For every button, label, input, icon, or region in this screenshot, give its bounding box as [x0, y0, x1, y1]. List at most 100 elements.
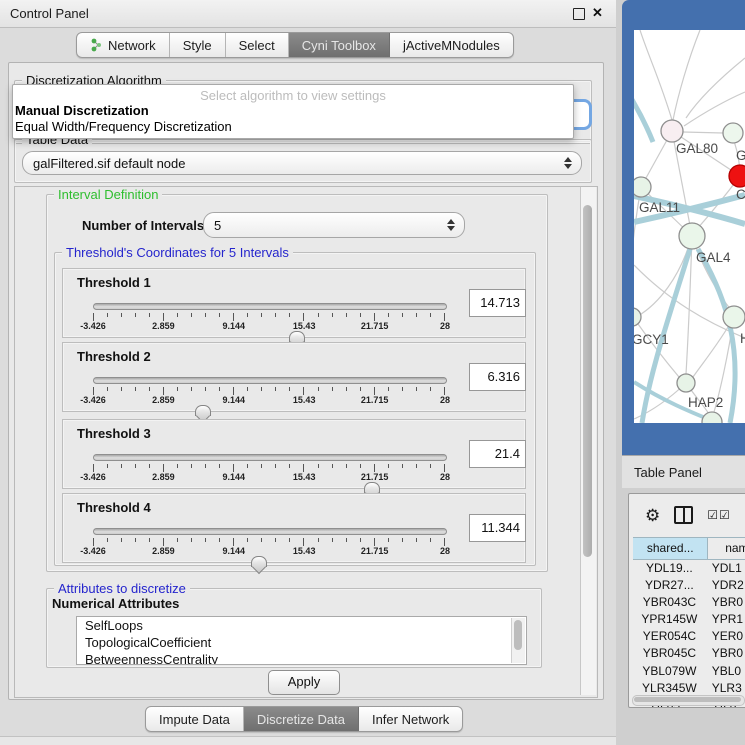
- table-row[interactable]: YBR045CYBR0: [633, 645, 745, 662]
- num-intervals-combobox[interactable]: 5: [203, 212, 465, 238]
- num-intervals-label: Number of Intervals: [82, 218, 204, 233]
- threshold-2-value-field[interactable]: 6.316: [469, 363, 526, 391]
- table-row[interactable]: YER054CYER0: [633, 628, 745, 645]
- node-gcy1[interactable]: [634, 308, 641, 326]
- threshold-1-label: Threshold 1: [77, 275, 151, 290]
- threshold-4-label: Threshold 4: [77, 500, 151, 515]
- table-row[interactable]: YDR27...YDR2: [633, 577, 745, 594]
- column-header-name[interactable]: name: [708, 538, 745, 559]
- algorithm-dropdown-popup: Select algorithm to view settings Manual…: [12, 84, 574, 139]
- list-item[interactable]: BetweennessCentrality: [77, 651, 526, 665]
- threshold-1-row: Threshold 1 -3.4262.859 9.14415.43 21.71…: [62, 268, 526, 338]
- status-strip: [0, 736, 616, 745]
- checkbox-icons[interactable]: ☑☑: [707, 508, 731, 522]
- threshold-2-label: Threshold 2: [77, 349, 151, 364]
- svg-text:GAL11: GAL11: [639, 200, 680, 215]
- attributes-group-title: Attributes to discretize: [54, 581, 190, 596]
- close-icon[interactable]: ✕: [592, 5, 603, 21]
- list-item[interactable]: TopologicalCoefficient: [77, 634, 526, 651]
- numerical-attributes-label: Numerical Attributes: [52, 596, 179, 611]
- control-panel: Control Panel ✕ Network Style Select Cyn…: [0, 0, 616, 745]
- table-panel: ⚙ ☑☑ shared... name YDL19...YDL1 YDR27..…: [628, 493, 745, 708]
- node-selected-red[interactable]: [729, 165, 745, 187]
- svg-text:GCY1: GCY1: [634, 332, 669, 347]
- node-hap2[interactable]: [677, 374, 695, 392]
- threshold-3-value-field[interactable]: 21.4: [469, 440, 526, 468]
- node-gal4[interactable]: [679, 223, 705, 249]
- scrollbar-thumb[interactable]: [634, 697, 741, 702]
- num-intervals-value: 5: [214, 218, 221, 233]
- table-data-value: galFiltered.sif default node: [33, 156, 185, 171]
- table-row[interactable]: YBR043CYBR0: [633, 594, 745, 611]
- slider-scale: -3.4262.859 9.14415.43 21.71528: [93, 321, 445, 333]
- tick-marks: [93, 313, 445, 321]
- threshold-1-value-field[interactable]: 14.713: [469, 289, 526, 317]
- threshold-3-label: Threshold 3: [77, 426, 151, 441]
- scrollbar-thumb[interactable]: [514, 620, 522, 650]
- combo-spinner-icon: [447, 219, 455, 231]
- tick-marks: [93, 387, 445, 395]
- table-toolbar: ⚙ ☑☑: [629, 494, 745, 536]
- popup-option-manual[interactable]: Manual Discretization: [15, 103, 149, 118]
- node-h[interactable]: [723, 306, 745, 328]
- column-header-shared[interactable]: shared...: [633, 538, 708, 559]
- screen: Control Panel ✕ Network Style Select Cyn…: [0, 0, 745, 745]
- tab-discretize-data[interactable]: Discretize Data: [244, 707, 359, 731]
- tick-marks: [93, 464, 445, 472]
- node-gal80[interactable]: [661, 120, 683, 142]
- top-tab-bar: Network Style Select Cyni Toolbox jActiv…: [76, 32, 514, 58]
- combo-spinner-icon: [564, 157, 572, 169]
- tab-network[interactable]: Network: [77, 33, 170, 57]
- scrollbar-thumb[interactable]: [583, 205, 592, 557]
- network-canvas[interactable]: GAL80 GA C GAL11 GAL4 GCY1 H HAP2: [634, 30, 745, 423]
- threshold-4-slider-track[interactable]: [93, 528, 447, 535]
- node-partial[interactable]: [702, 412, 722, 423]
- network-graph: GAL80 GA C GAL11 GAL4 GCY1 H HAP2: [634, 30, 745, 423]
- popup-option-equal-width[interactable]: Equal Width/Frequency Discretization: [15, 119, 232, 134]
- node-gal11[interactable]: [634, 177, 651, 197]
- network-icon: [90, 38, 103, 52]
- tab-cyni-toolbox[interactable]: Cyni Toolbox: [289, 33, 390, 57]
- float-window-icon[interactable]: [573, 8, 585, 20]
- table-row[interactable]: YDL19...YDL1: [633, 560, 745, 577]
- panel-title: Control Panel: [10, 6, 89, 21]
- bottom-tab-bar: Impute Data Discretize Data Infer Networ…: [145, 706, 463, 732]
- threshold-2-slider-track[interactable]: [93, 377, 447, 384]
- tab-style[interactable]: Style: [170, 33, 226, 57]
- thresholds-group-title: Threshold's Coordinates for 5 Intervals: [62, 245, 293, 260]
- table-row[interactable]: YBL079WYBL0: [633, 663, 745, 680]
- threshold-4-row: Threshold 4 -3.4262.859 9.14415.43 21.71…: [62, 493, 526, 563]
- attributes-scrollbar[interactable]: [511, 618, 525, 663]
- tab-impute-data[interactable]: Impute Data: [146, 707, 244, 731]
- svg-text:GA: GA: [736, 148, 745, 163]
- interval-definition-title: Interval Definition: [54, 187, 162, 202]
- table-header-row: shared... name: [633, 537, 745, 560]
- node-table[interactable]: shared... name YDL19...YDL1 YDR27...YDR2…: [633, 537, 745, 708]
- threshold-3-slider-track[interactable]: [93, 454, 447, 461]
- threshold-4-value-field[interactable]: 11.344: [469, 514, 526, 542]
- threshold-3-row: Threshold 3 -3.4262.859 9.14415.43 21.71…: [62, 419, 526, 489]
- tab-infer-network[interactable]: Infer Network: [359, 707, 462, 731]
- table-row[interactable]: YPR145WYPR1: [633, 611, 745, 628]
- node-labels: GAL80 GA C GAL11 GAL4 GCY1 H HAP2: [634, 141, 745, 410]
- table-panel-header: Table Panel: [622, 455, 745, 488]
- gear-icon[interactable]: ⚙: [645, 507, 660, 524]
- list-item[interactable]: SelfLoops: [77, 617, 526, 634]
- tab-select[interactable]: Select: [226, 33, 289, 57]
- numerical-attributes-list[interactable]: SelfLoops TopologicalCoefficient Between…: [76, 616, 527, 665]
- table-horizontal-scrollbar[interactable]: [632, 695, 745, 706]
- table-panel-title: Table Panel: [634, 465, 702, 480]
- tab-jactivemnodules[interactable]: jActiveMNodules: [390, 33, 513, 57]
- settings-vertical-scrollbar[interactable]: [580, 187, 596, 695]
- table-data-combobox[interactable]: galFiltered.sif default node: [22, 151, 582, 175]
- slider-scale: -3.4262.859 9.14415.43 21.71528: [93, 395, 445, 407]
- node-ga[interactable]: [723, 123, 743, 143]
- control-panel-header: Control Panel ✕: [0, 0, 616, 28]
- threshold-1-slider-track[interactable]: [93, 303, 447, 310]
- popup-header: Select algorithm to view settings: [13, 88, 573, 103]
- tick-marks: [93, 538, 445, 546]
- apply-button[interactable]: Apply: [268, 670, 340, 695]
- slider-scale: -3.4262.859 9.14415.43 21.71528: [93, 472, 445, 484]
- svg-text:C: C: [736, 187, 745, 202]
- split-columns-icon[interactable]: [674, 506, 693, 524]
